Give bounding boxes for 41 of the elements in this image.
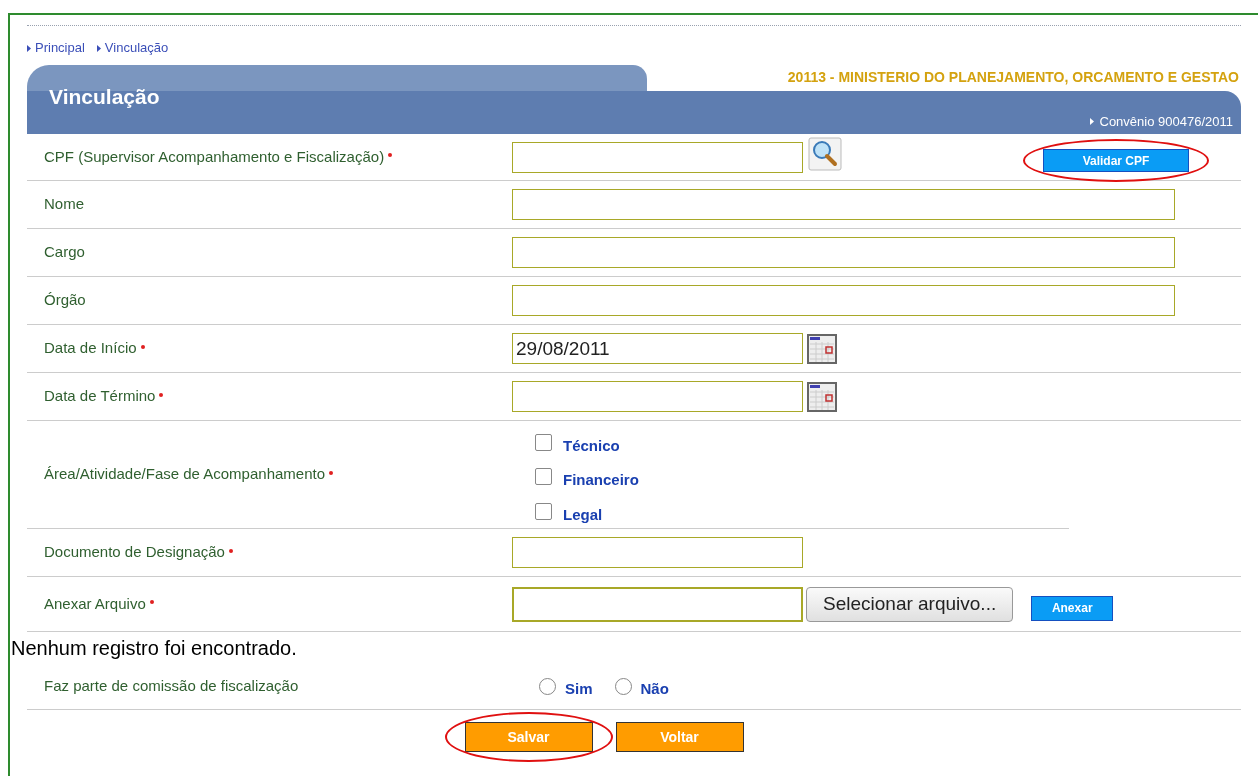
status-message: Nenhum registro foi encontrado. xyxy=(11,636,297,661)
triangle-icon xyxy=(96,44,101,52)
field-label: CPF (Supervisor Acompanhamento e Fiscalização) xyxy=(44,146,385,167)
field-label: Órgão xyxy=(44,290,86,311)
input-field[interactable] xyxy=(512,285,1175,316)
input-field[interactable] xyxy=(512,537,803,568)
checkbox[interactable] xyxy=(535,502,552,520)
field-label: Documento de Designação xyxy=(44,542,225,563)
input-field[interactable]: 29/08/2011 xyxy=(512,333,803,364)
triangle-icon xyxy=(1089,117,1094,125)
calendar-icon[interactable] xyxy=(807,381,837,412)
option-label: Não xyxy=(640,679,669,700)
triangle-icon xyxy=(27,44,31,52)
input-field[interactable] xyxy=(512,141,803,173)
page-title: Vinculação xyxy=(49,84,160,110)
browse-button[interactable]: Selecionar arquivo... xyxy=(806,586,1014,622)
radio-button[interactable] xyxy=(614,678,632,695)
option-label: Legal xyxy=(563,504,603,525)
option-label: Financeiro xyxy=(563,470,639,491)
search-icon[interactable] xyxy=(808,137,842,171)
option-label: Sim xyxy=(565,679,593,700)
field-label: Cargo xyxy=(44,242,85,263)
field-label: Faz parte de comissão de fiscalização xyxy=(44,676,299,697)
field-label: Data de Término xyxy=(44,386,156,407)
checkbox[interactable] xyxy=(535,433,552,451)
input-field[interactable] xyxy=(512,237,1175,268)
input-field[interactable] xyxy=(512,381,803,412)
field-label: Área/Atividade/Fase de Acompanhamento xyxy=(44,464,325,485)
calendar-icon[interactable] xyxy=(807,333,837,364)
option-label: Técnico xyxy=(563,435,620,456)
input-field[interactable] xyxy=(512,586,803,622)
field-label: Data de Início xyxy=(44,338,137,359)
breadcrumb-link[interactable]: Vinculação xyxy=(104,38,169,58)
field-label: Anexar Arquivo xyxy=(44,593,146,614)
field-label: Nome xyxy=(44,194,84,215)
checkbox[interactable] xyxy=(535,468,552,485)
radio-button[interactable] xyxy=(539,678,556,695)
input-field[interactable] xyxy=(512,189,1175,220)
organization-title: 20113 - MINISTERIO DO PLANEJAMENTO, ORCAMENTO E GESTAO xyxy=(786,68,1240,87)
agreement-number: Convênio 900476/2011 xyxy=(1099,112,1233,131)
breadcrumb-link[interactable]: Principal xyxy=(35,38,85,58)
